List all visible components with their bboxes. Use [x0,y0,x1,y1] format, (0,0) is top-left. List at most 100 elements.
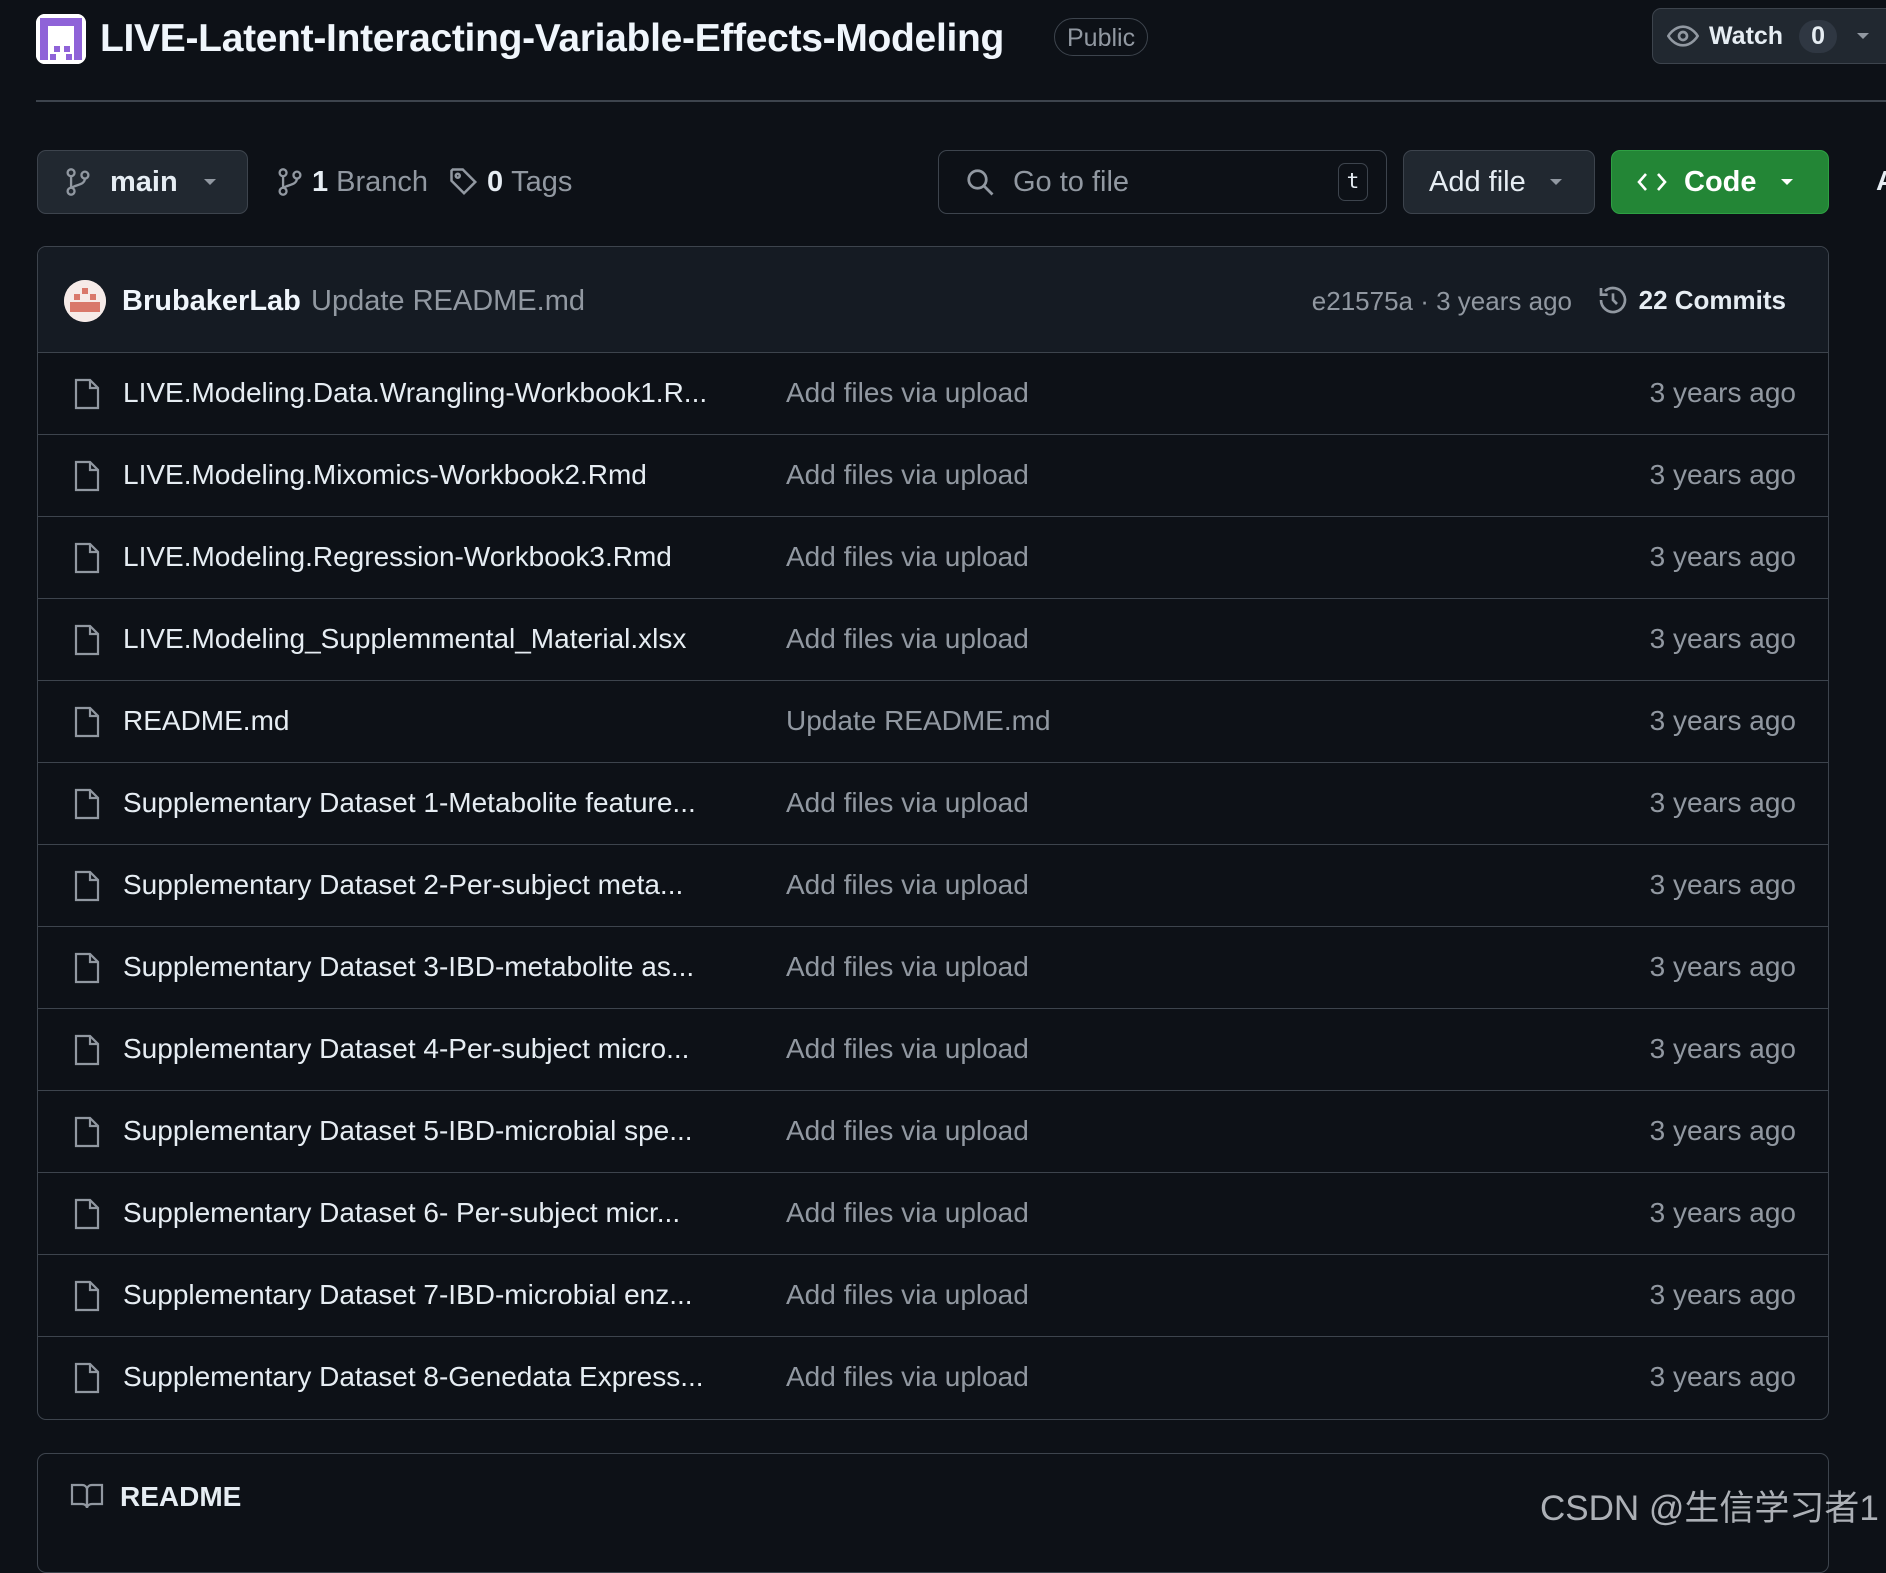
keyboard-shortcut-hint: t [1338,163,1368,201]
file-commit-message[interactable]: Add files via upload [786,927,1029,1007]
file-row[interactable]: Supplementary Dataset 4-Per-subject micr… [38,1009,1828,1091]
file-commit-message[interactable]: Add files via upload [786,1255,1029,1335]
file-commit-message[interactable]: Add files via upload [786,763,1029,843]
go-to-file-input[interactable]: Go to file t [938,150,1387,214]
file-row[interactable]: Supplementary Dataset 8-Genedata Express… [38,1337,1828,1419]
tag-icon [449,167,479,197]
file-commit-time: 3 years ago [1649,459,1796,490]
tags-link[interactable]: 0 Tags [449,150,572,214]
file-icon [74,542,100,574]
file-commit-message[interactable]: Add files via upload [786,1337,1029,1417]
watch-button[interactable]: Watch 0 [1652,8,1886,64]
commits-link[interactable]: 22 Commits [1597,278,1786,322]
file-commit-time: 3 years ago [1649,1279,1796,1310]
file-icon [74,706,100,738]
file-table: BrubakerLab Update README.md e21575a · 3… [37,246,1829,1420]
file-commit-message[interactable]: Add files via upload [786,517,1029,597]
file-commit-message[interactable]: Add files via upload [786,353,1029,433]
file-icon [74,460,100,492]
file-name-link[interactable]: Supplementary Dataset 1-Metabolite featu… [123,763,696,843]
file-commit-time: 3 years ago [1649,1115,1796,1146]
file-commit-time: 3 years ago [1649,623,1796,654]
file-row[interactable]: LIVE.Modeling_Supplemmental_Material.xls… [38,599,1828,681]
repo-title[interactable]: LIVE-Latent-Interacting-Variable-Effects… [100,14,1004,64]
readme-title[interactable]: README [120,1474,241,1520]
file-commit-time: 3 years ago [1649,1361,1796,1392]
tags-label: Tags [511,165,573,198]
file-row[interactable]: LIVE.Modeling.Data.Wrangling-Workbook1.R… [38,353,1828,435]
tags-count: 0 [487,165,504,198]
file-commit-time: 3 years ago [1649,1033,1796,1064]
watermark: CSDN @生信学习者1 [1540,1489,1879,1528]
file-name-link[interactable]: Supplementary Dataset 5-IBD-microbial sp… [123,1091,693,1171]
file-commit-time: 3 years ago [1649,1197,1796,1228]
chevron-down-icon [1779,177,1795,187]
git-branch-icon [276,167,304,197]
file-commit-message[interactable]: Add files via upload [786,435,1029,515]
go-to-file-placeholder: Go to file [1013,165,1130,198]
file-row[interactable]: Supplementary Dataset 1-Metabolite featu… [38,763,1828,845]
file-row[interactable]: Supplementary Dataset 2-Per-subject meta… [38,845,1828,927]
watch-count: 0 [1799,19,1837,53]
file-icon [74,1280,100,1312]
file-icon [74,1198,100,1230]
file-name-link[interactable]: LIVE.Modeling.Regression-Workbook3.Rmd [123,517,672,597]
sidebar-fragment: A [1876,165,1886,197]
watch-label: Watch [1709,21,1784,50]
file-commit-message[interactable]: Add files via upload [786,1091,1029,1171]
file-row[interactable]: Supplementary Dataset 5-IBD-microbial sp… [38,1091,1828,1173]
branches-label: Branch [336,165,429,198]
file-icon [74,788,100,820]
commits-label: 22 Commits [1638,285,1786,315]
commit-author[interactable]: BrubakerLab [122,279,301,323]
file-name-link[interactable]: Supplementary Dataset 7-IBD-microbial en… [123,1255,693,1335]
search-icon [965,167,995,197]
file-name-link[interactable]: Supplementary Dataset 6- Per-subject mic… [123,1173,680,1253]
file-commit-time: 3 years ago [1649,869,1796,900]
file-name-link[interactable]: Supplementary Dataset 8-Genedata Express… [123,1337,704,1417]
file-row[interactable]: README.md Update README.md 3 years ago [38,681,1828,763]
code-label: Code [1684,165,1757,198]
branches-count: 1 [312,165,329,198]
file-name-link[interactable]: LIVE.Modeling.Mixomics-Workbook2.Rmd [123,435,647,515]
file-row[interactable]: LIVE.Modeling.Regression-Workbook3.Rmd Ad… [38,517,1828,599]
file-name-link[interactable]: LIVE.Modeling.Data.Wrangling-Workbook1.R… [123,353,707,433]
git-branch-icon [64,167,92,197]
file-row[interactable]: Supplementary Dataset 3-IBD-metabolite a… [38,927,1828,1009]
file-name-link[interactable]: Supplementary Dataset 4-Per-subject micr… [123,1009,689,1089]
file-row[interactable]: Supplementary Dataset 6- Per-subject mic… [38,1173,1828,1255]
file-icon [74,1034,100,1066]
visibility-badge: Public [1054,18,1149,56]
branches-link[interactable]: 1 Branch [276,150,428,214]
file-commit-message[interactable]: Add files via upload [786,599,1029,679]
branch-select[interactable]: main [37,150,248,214]
commit-hash-time[interactable]: e21575a · 3 years ago [1312,279,1572,323]
latest-commit-bar: BrubakerLab Update README.md e21575a · 3… [38,247,1828,353]
eye-icon [1667,20,1699,52]
file-name-link[interactable]: Supplementary Dataset 2-Per-subject meta… [123,845,683,925]
file-commit-time: 3 years ago [1649,377,1796,408]
file-commit-message[interactable]: Update README.md [786,681,1051,761]
file-row[interactable]: LIVE.Modeling.Mixomics-Workbook2.Rmd Add … [38,435,1828,517]
header-divider [36,100,1886,102]
file-commit-message[interactable]: Add files via upload [786,1173,1029,1253]
repo-avatar [36,14,86,64]
chevron-down-icon [202,177,218,187]
code-button[interactable]: Code [1611,150,1829,214]
code-icon [1636,169,1668,195]
file-icon [74,952,100,984]
file-row[interactable]: Supplementary Dataset 7-IBD-microbial en… [38,1255,1828,1337]
author-avatar[interactable] [64,280,106,322]
commit-message[interactable]: Update README.md [311,279,585,323]
history-icon [1597,284,1639,316]
file-commit-time: 3 years ago [1649,541,1796,572]
file-name-link[interactable]: Supplementary Dataset 3-IBD-metabolite a… [123,927,694,1007]
file-commit-message[interactable]: Add files via upload [786,1009,1029,1089]
chevron-down-icon[interactable] [1855,31,1871,41]
add-file-button[interactable]: Add file [1403,150,1595,214]
file-icon [74,1362,100,1394]
file-name-link[interactable]: LIVE.Modeling_Supplemmental_Material.xls… [123,599,686,679]
file-name-link[interactable]: README.md [123,681,289,761]
file-commit-message[interactable]: Add files via upload [786,845,1029,925]
file-icon [74,378,100,410]
